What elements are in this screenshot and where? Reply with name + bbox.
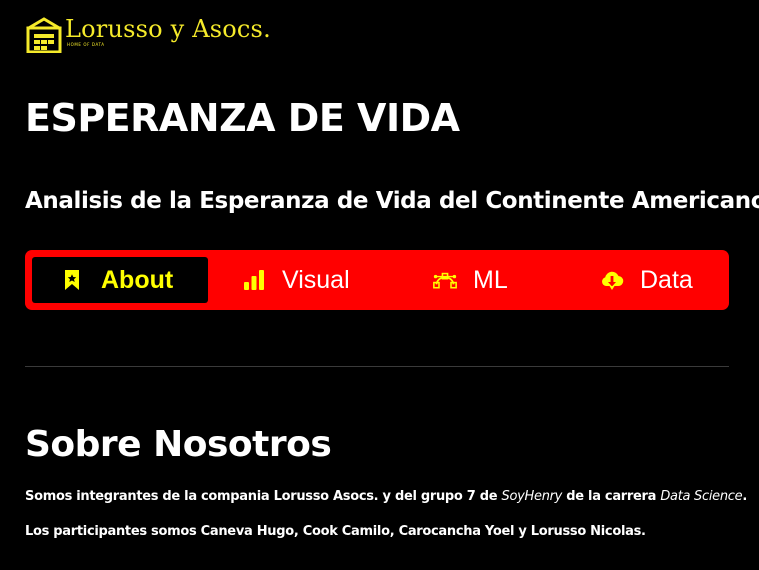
nav-tab-label: ML [473,265,508,294]
page-title: ESPERANZA DE VIDA [25,96,460,140]
about-text: Somos integrantes de la compania Lorusso… [25,489,502,504]
nav-bar: About Visual ML Data [25,250,729,310]
bar-chart-icon [244,270,264,290]
about-paragraph-1: Somos integrantes de la compania Lorusso… [25,487,747,507]
about-text: de la carrera [562,489,661,504]
nav-tab-ml[interactable]: ML [433,257,508,303]
section-title: Sobre Nosotros [25,424,332,465]
about-paragraph-2: Los participantes somos Caneva Hugo, Coo… [25,524,646,539]
emphasis-data-science: Data Science [660,489,743,504]
bookmark-icon [65,270,79,290]
brand-name: Lorusso y Asocs. [65,15,271,43]
about-text: . [742,489,747,504]
nav-tab-visual[interactable]: Visual [242,257,350,303]
nav-tab-about[interactable]: About [32,257,208,303]
brand-text: Lorusso y Asocs. HOME OF DATA [65,16,271,47]
cloud-download-icon [602,271,624,290]
nav-tab-data[interactable]: Data [600,257,693,303]
nav-tab-label: About [101,265,174,294]
nav-tab-label: Data [640,265,693,294]
nav-tab-label: Visual [282,265,350,294]
warehouse-icon [26,17,62,53]
emphasis-soyhenry: SoyHenry [501,489,563,504]
brand-logo-link[interactable]: Lorusso y Asocs. HOME OF DATA [26,16,271,54]
section-divider [25,366,729,367]
page-subtitle: Analisis de la Esperanza de Vida del Con… [25,188,759,214]
bezier-curve-icon [433,272,457,289]
